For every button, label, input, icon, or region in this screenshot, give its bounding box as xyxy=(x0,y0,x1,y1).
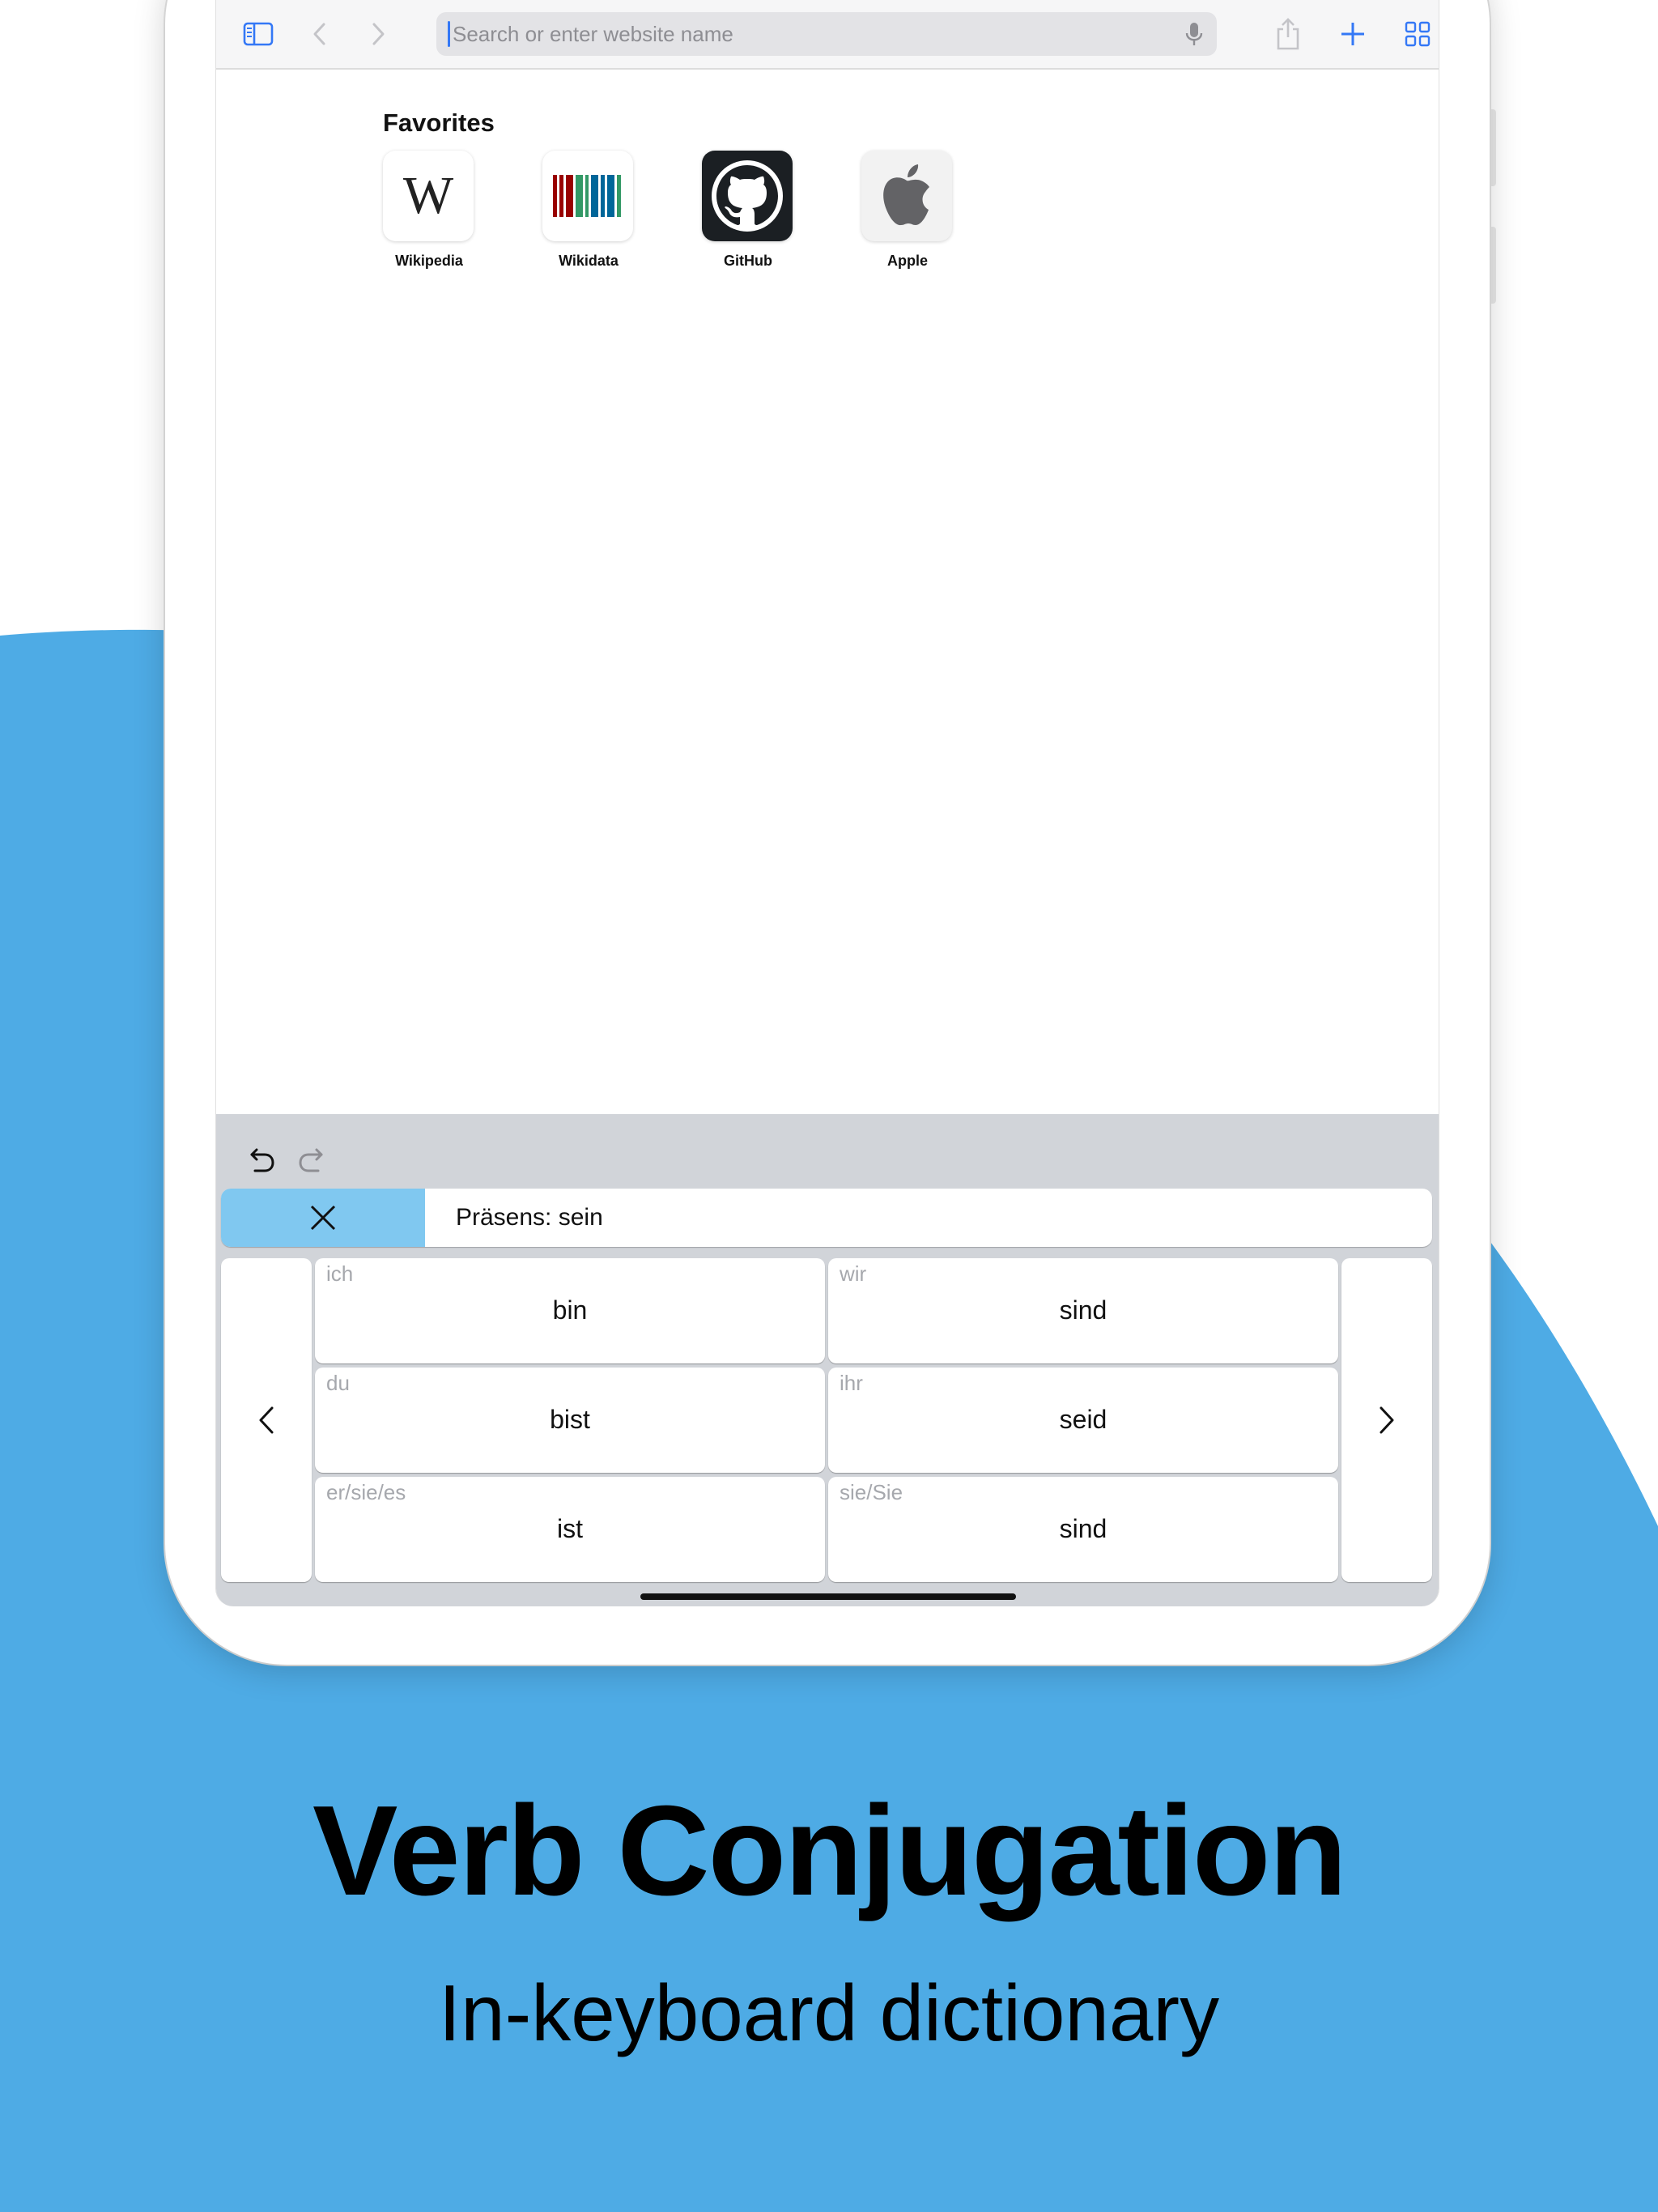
subheadline: In-keyboard dictionary xyxy=(438,1968,1220,2057)
headline: Verb Conjugation xyxy=(312,1780,1347,1922)
close-button[interactable] xyxy=(221,1189,425,1247)
ipad-screen: Search or enter website name Favorites W… xyxy=(215,0,1439,1606)
new-tab-icon[interactable] xyxy=(1335,16,1371,52)
favorite-label: Wikipedia xyxy=(395,253,463,269)
favorite-label: Apple xyxy=(886,253,928,269)
pronoun-label: ich xyxy=(326,1261,354,1286)
redo-icon[interactable] xyxy=(297,1143,329,1176)
next-tense-button[interactable] xyxy=(1341,1258,1432,1582)
verb-form: sind xyxy=(1059,1295,1107,1325)
banner-title: Präsens: sein xyxy=(456,1204,603,1231)
chevron-left-icon xyxy=(259,1406,274,1434)
undo-icon[interactable] xyxy=(244,1143,276,1176)
keyboard-area: Präsens: sein ich bin wir sind du bist i… xyxy=(216,1114,1439,1606)
conjugation-key-er-sie-es[interactable]: er/sie/es ist xyxy=(315,1477,825,1582)
share-icon[interactable] xyxy=(1270,16,1306,52)
pronoun-label: du xyxy=(326,1371,350,1395)
search-placeholder: Search or enter website name xyxy=(453,22,733,46)
chevron-right-icon xyxy=(1380,1406,1394,1434)
search-input[interactable]: Search or enter website name xyxy=(436,12,1217,56)
favorite-label: GitHub xyxy=(724,253,772,269)
wikipedia-logo: W xyxy=(383,151,474,241)
favorite-wikipedia[interactable]: W Wikipedia xyxy=(383,151,475,270)
tabs-grid-icon[interactable] xyxy=(1400,16,1435,52)
home-indicator[interactable] xyxy=(640,1593,1016,1600)
favorites-title: Favorites xyxy=(383,108,495,137)
conjugation-key-ihr[interactable]: ihr seid xyxy=(828,1368,1338,1473)
verb-form: sind xyxy=(1059,1514,1107,1543)
verb-form: bist xyxy=(550,1405,590,1434)
conjugation-key-ich[interactable]: ich bin xyxy=(315,1258,825,1363)
favorite-github[interactable]: GitHub xyxy=(702,151,794,270)
conjugation-key-du[interactable]: du bist xyxy=(315,1368,825,1473)
conjugation-banner: Präsens: sein xyxy=(221,1189,1432,1247)
close-icon xyxy=(310,1205,336,1231)
conjugation-key-sie-formal[interactable]: sie/Sie sind xyxy=(828,1477,1338,1582)
device-volume-down-button xyxy=(1490,227,1496,304)
pronoun-label: ihr xyxy=(840,1371,863,1395)
favorite-label: Wikidata xyxy=(559,253,619,269)
device-volume-up-button xyxy=(1490,109,1496,186)
pronoun-label: wir xyxy=(840,1261,867,1286)
microphone-icon[interactable] xyxy=(1183,21,1205,47)
apple-logo xyxy=(861,151,952,241)
pronoun-label: sie/Sie xyxy=(840,1480,903,1504)
github-logo xyxy=(702,151,793,241)
pronoun-label: er/sie/es xyxy=(326,1480,406,1504)
verb-form: ist xyxy=(557,1514,583,1543)
previous-tense-button[interactable] xyxy=(221,1258,312,1582)
verb-form: bin xyxy=(552,1295,588,1325)
back-icon[interactable] xyxy=(302,16,338,52)
favorite-wikidata[interactable]: Wikidata xyxy=(542,151,635,270)
wikidata-logo xyxy=(542,151,633,241)
sidebar-icon[interactable] xyxy=(240,16,276,52)
browser-toolbar: Search or enter website name xyxy=(216,0,1439,70)
favorite-apple[interactable]: Apple xyxy=(861,151,954,270)
conjugation-key-wir[interactable]: wir sind xyxy=(828,1258,1338,1363)
text-cursor xyxy=(448,21,450,47)
forward-icon[interactable] xyxy=(360,16,396,52)
verb-form: seid xyxy=(1059,1405,1107,1434)
